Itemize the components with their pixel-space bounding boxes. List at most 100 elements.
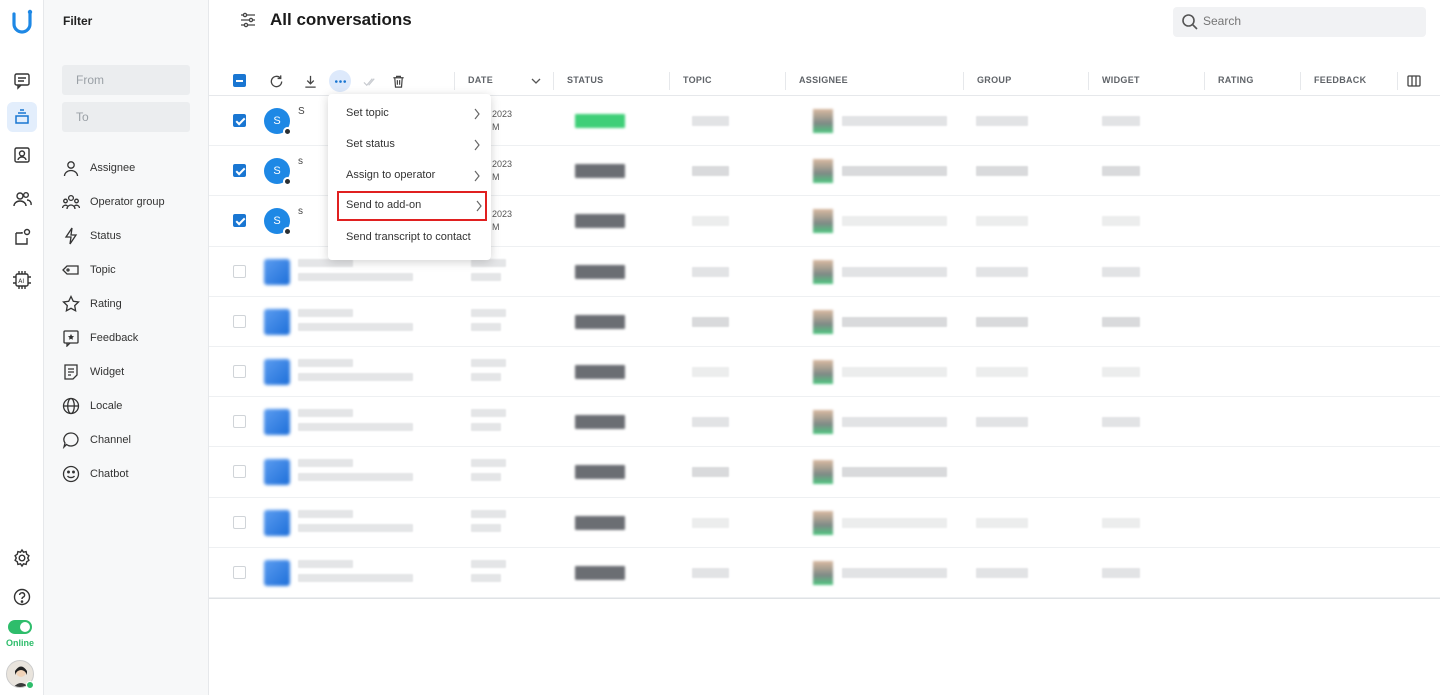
column-group[interactable]: GROUP <box>977 75 1012 85</box>
filter-feedback[interactable]: Feedback <box>62 327 138 349</box>
row-checkbox[interactable] <box>233 415 246 429</box>
filter-assignee[interactable]: Assignee <box>62 157 135 179</box>
filter-rating-label: Rating <box>90 298 122 310</box>
filter-channel[interactable]: Channel <box>62 429 131 451</box>
filter-topic[interactable]: Topic <box>62 259 116 281</box>
row-checkbox[interactable] <box>233 164 246 178</box>
redacted-assignee-name <box>842 166 947 177</box>
filter-toggle-icon[interactable] <box>239 11 257 29</box>
search-input[interactable] <box>1203 14 1403 28</box>
filter-locale[interactable]: Locale <box>62 395 122 417</box>
time-cell: M <box>492 122 500 132</box>
search-box[interactable] <box>1173 7 1426 37</box>
filter-locale-label: Locale <box>90 400 123 412</box>
team-icon[interactable] <box>7 184 37 214</box>
app-logo-icon[interactable] <box>8 9 36 35</box>
contact-avatar <box>264 308 290 335</box>
menu-item-send-to-add-on[interactable]: Send to add-on <box>337 191 487 221</box>
more-actions-menu: Set topic Set status Assign to operator … <box>328 94 491 260</box>
contacts-icon[interactable] <box>7 140 37 170</box>
select-all-checkbox[interactable] <box>233 74 246 87</box>
icon-rail: AI Online <box>0 0 44 695</box>
chevron-down-icon[interactable] <box>530 75 542 87</box>
assignee-avatar <box>813 109 833 133</box>
columns-settings-icon[interactable] <box>1406 73 1422 89</box>
redacted-assignee-name <box>842 116 947 126</box>
online-toggle[interactable] <box>8 620 32 634</box>
status-badge <box>575 114 625 128</box>
page-title: All conversations <box>270 10 412 29</box>
table-row[interactable] <box>209 297 1440 347</box>
date-from-field[interactable]: From <box>62 65 190 95</box>
table-row[interactable] <box>209 447 1440 498</box>
menu-item-set-status[interactable]: Set status <box>328 130 491 160</box>
conversations-icon[interactable] <box>7 102 37 132</box>
redacted-topic <box>692 116 729 126</box>
column-rating[interactable]: RATING <box>1218 75 1254 85</box>
redacted-text <box>298 372 413 381</box>
delete-icon[interactable] <box>387 70 409 92</box>
more-actions-icon[interactable] <box>329 70 351 92</box>
contact-name: S <box>298 106 305 117</box>
redacted-text <box>471 322 501 331</box>
refresh-icon[interactable] <box>265 70 287 92</box>
redacted-widget <box>1102 417 1140 428</box>
redacted-widget <box>1102 366 1140 377</box>
filter-status[interactable]: Status <box>62 225 121 247</box>
column-status[interactable]: STATUS <box>567 75 603 85</box>
row-checkbox[interactable] <box>233 214 246 228</box>
redacted-widget <box>1102 116 1140 126</box>
mark-read-icon[interactable] <box>359 70 381 92</box>
menu-item-send-transcript[interactable]: Send transcript to contact <box>328 223 491 253</box>
row-checkbox[interactable] <box>233 515 246 529</box>
redacted-assignee-name <box>842 567 947 578</box>
row-checkbox[interactable] <box>233 114 246 127</box>
filter-chatbot[interactable]: Chatbot <box>62 463 129 485</box>
column-widget[interactable]: WIDGET <box>1102 75 1140 85</box>
redacted-group <box>976 417 1028 428</box>
star-icon <box>62 295 80 313</box>
redacted-text <box>298 409 353 418</box>
redacted-group <box>976 166 1028 177</box>
date-cell: 2023 <box>492 209 513 220</box>
globe-icon <box>62 397 80 415</box>
status-badge <box>575 565 625 580</box>
menu-item-assign-to-operator[interactable]: Assign to operator <box>328 161 491 191</box>
table-row[interactable] <box>209 347 1440 398</box>
inbox-icon[interactable] <box>7 66 37 96</box>
column-feedback[interactable]: FEEDBACK <box>1314 75 1366 85</box>
row-checkbox[interactable] <box>233 314 246 328</box>
row-checkbox[interactable] <box>233 364 246 378</box>
redacted-group <box>976 567 1028 578</box>
person-icon <box>63 161 79 177</box>
row-checkbox[interactable] <box>233 565 246 579</box>
redacted-topic <box>692 467 729 478</box>
integrations-icon[interactable] <box>7 222 37 252</box>
table-bottom-border <box>209 598 1440 599</box>
help-icon[interactable] <box>7 582 37 612</box>
row-checkbox[interactable] <box>233 264 246 278</box>
menu-item-set-topic[interactable]: Set topic <box>328 99 491 129</box>
filter-heading: Filter <box>63 14 93 28</box>
filter-widget[interactable]: Widget <box>62 361 124 383</box>
ai-chip-icon[interactable]: AI <box>7 265 37 295</box>
date-to-field[interactable]: To <box>62 102 190 132</box>
row-checkbox[interactable] <box>233 465 246 479</box>
column-topic[interactable]: TOPIC <box>683 75 712 85</box>
redacted-text <box>298 423 413 432</box>
table-row[interactable] <box>209 397 1440 448</box>
settings-gear-icon[interactable] <box>7 543 37 573</box>
download-icon[interactable] <box>299 70 321 92</box>
column-date[interactable]: DATE <box>468 75 493 85</box>
table-row[interactable] <box>209 498 1440 548</box>
filter-rating[interactable]: Rating <box>62 293 122 315</box>
status-badge <box>575 465 625 480</box>
status-badge <box>575 264 625 279</box>
redacted-assignee-name <box>842 366 947 377</box>
filter-operator-group[interactable]: Operator group <box>62 191 165 213</box>
time-cell: M <box>492 222 500 233</box>
chevron-right-icon <box>474 139 480 151</box>
column-separator <box>1397 72 1398 90</box>
table-row[interactable] <box>209 548 1440 598</box>
column-assignee[interactable]: ASSIGNEE <box>799 75 848 85</box>
